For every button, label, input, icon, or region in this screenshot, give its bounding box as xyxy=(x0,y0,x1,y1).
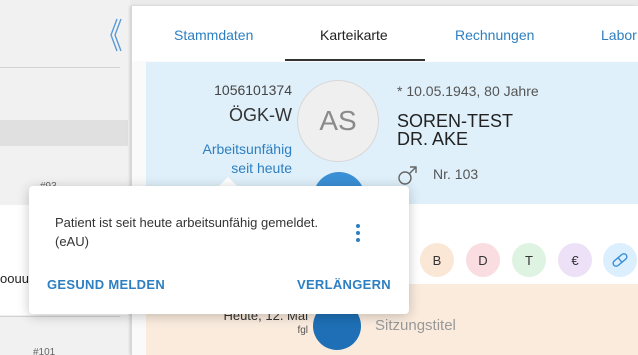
tab-rechnungen[interactable]: Rechnungen xyxy=(455,27,534,43)
divider xyxy=(0,316,120,317)
list-section-band xyxy=(0,120,128,146)
verlaengern-button[interactable]: VERLÄNGERN xyxy=(297,277,391,292)
work-incapacity-popover: Patient ist seit heute arbeitsunfähig ge… xyxy=(29,186,409,314)
list-item-number: #101 xyxy=(33,347,56,355)
gesund-melden-button[interactable]: GESUND MELDEN xyxy=(47,277,165,292)
patient-first-name: DR. AKE xyxy=(397,129,469,149)
active-tab-indicator xyxy=(285,59,425,61)
male-icon xyxy=(398,166,417,185)
divider xyxy=(0,67,120,68)
quick-action-euro[interactable]: € xyxy=(558,243,592,277)
tab-bar: Stammdaten Karteikarte Rechnungen Labor xyxy=(132,6,638,61)
quick-action-d[interactable]: D xyxy=(466,243,500,277)
patient-id: 1056101374 xyxy=(214,82,292,98)
avatar[interactable]: AS xyxy=(297,80,379,162)
chevron-left-icon[interactable] xyxy=(108,18,122,52)
tab-karteikarte[interactable]: Karteikarte xyxy=(320,27,388,43)
tab-labor[interactable]: Labor xyxy=(601,27,637,43)
quick-action-b[interactable]: B xyxy=(420,243,454,277)
patient-number: Nr. 103 xyxy=(433,166,479,182)
quick-action-medication[interactable] xyxy=(603,243,637,277)
tab-stammdaten[interactable]: Stammdaten xyxy=(174,27,253,43)
birth-date: * 10.05.1943, 80 Jahre xyxy=(397,83,539,99)
work-incapacity-status: Arbeitsunfähig xyxy=(202,141,292,157)
more-vertical-icon[interactable] xyxy=(351,223,365,243)
quick-action-t[interactable]: T xyxy=(512,243,546,277)
session-user: fgl xyxy=(297,325,308,336)
work-incapacity-since: seit heute xyxy=(231,160,292,176)
avatar-initials: AS xyxy=(319,105,357,136)
work-incapacity-link[interactable]: Arbeitsunfähig seit heute xyxy=(202,140,292,178)
list-item-snippet: oouu xyxy=(0,271,29,286)
pill-icon xyxy=(612,253,628,267)
popover-message: Patient ist seit heute arbeitsunfähig ge… xyxy=(55,215,319,249)
insurer-label: ÖGK-W xyxy=(229,105,292,125)
session-title: Sitzungstitel xyxy=(375,317,456,334)
